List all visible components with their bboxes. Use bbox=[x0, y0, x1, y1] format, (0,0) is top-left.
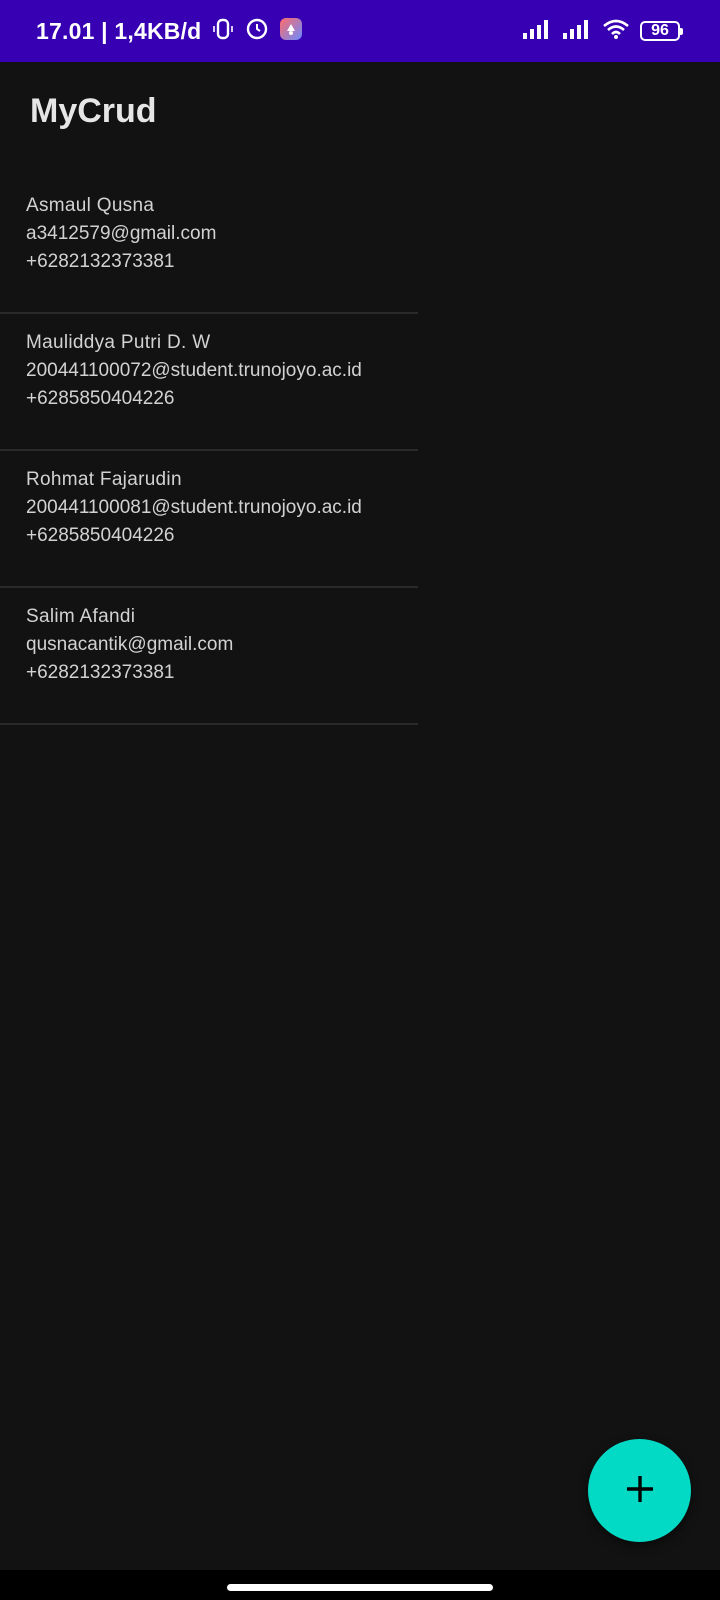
contact-email: a3412579@gmail.com bbox=[26, 223, 217, 244]
contact-phone: +6282132373381 bbox=[26, 662, 175, 683]
page-title: MyCrud bbox=[30, 92, 157, 130]
list-item[interactable]: Rohmat Fajarudin 200441100081@student.tr… bbox=[0, 451, 418, 588]
status-right: 96 bbox=[522, 0, 683, 62]
home-indicator[interactable] bbox=[227, 1584, 493, 1591]
status-bar: 17.01 | 1,4KB/d 96 bbox=[0, 0, 720, 62]
vibrate-icon bbox=[211, 17, 235, 46]
add-contact-button[interactable] bbox=[588, 1439, 691, 1542]
alarm-icon bbox=[245, 17, 269, 46]
contact-name: Asmaul Qusna bbox=[26, 195, 155, 216]
contact-phone: +6282132373381 bbox=[26, 251, 175, 272]
battery-level: 96 bbox=[651, 22, 669, 39]
app-screen: 17.01 | 1,4KB/d 96 MyCrud Asmaul Qusna a… bbox=[0, 0, 720, 1600]
list-item[interactable]: Salim Afandi qusnacantik@gmail.com +6282… bbox=[0, 588, 418, 725]
app-notification-icon bbox=[279, 17, 303, 46]
signal-icon bbox=[562, 18, 592, 45]
list-item[interactable]: Asmaul Qusna a3412579@gmail.com +6282132… bbox=[0, 177, 418, 314]
contact-email: qusnacantik@gmail.com bbox=[26, 634, 234, 655]
plus-icon bbox=[625, 1474, 655, 1507]
status-time: 17.01 | 1,4KB/d bbox=[36, 17, 202, 44]
navigation-bar bbox=[0, 1570, 720, 1600]
contact-phone: +6285850404226 bbox=[26, 525, 175, 546]
battery-icon: 96 bbox=[640, 21, 683, 41]
contact-name: Rohmat Fajarudin bbox=[26, 469, 182, 490]
app-bar: MyCrud bbox=[0, 62, 720, 170]
contact-email: 200441100081@student.trunojoyo.ac.id bbox=[26, 497, 362, 518]
signal-icon bbox=[522, 18, 552, 45]
contact-name: Salim Afandi bbox=[26, 606, 136, 627]
contact-phone: +6285850404226 bbox=[26, 388, 175, 409]
contact-name: Mauliddya Putri D. W bbox=[26, 332, 211, 353]
contact-list: Asmaul Qusna a3412579@gmail.com +6282132… bbox=[0, 177, 418, 725]
status-left: 17.01 | 1,4KB/d bbox=[36, 0, 303, 62]
wifi-icon bbox=[602, 18, 630, 45]
list-item[interactable]: Mauliddya Putri D. W 200441100072@studen… bbox=[0, 314, 418, 451]
contact-email: 200441100072@student.trunojoyo.ac.id bbox=[26, 360, 362, 381]
